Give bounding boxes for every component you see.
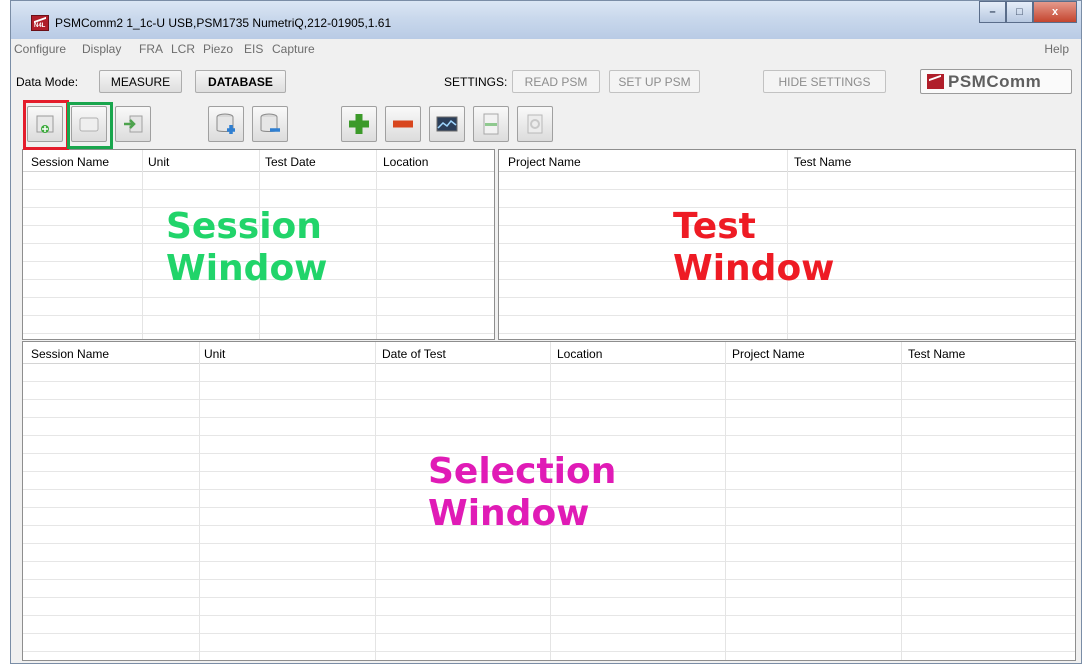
new-session-highlight [23, 100, 69, 150]
measure-button[interactable]: MEASURE [99, 70, 182, 93]
col-sel-test-name[interactable]: Test Name [908, 347, 965, 361]
menu-eis[interactable]: EIS [244, 42, 263, 56]
add-database-icon [216, 113, 235, 134]
menu-capture[interactable]: Capture [272, 42, 315, 56]
session-window-label: Session Window [166, 206, 327, 290]
menu-lcr[interactable]: LCR [171, 42, 195, 56]
data-mode-label: Data Mode: [16, 75, 79, 89]
col-project-name[interactable]: Project Name [508, 155, 581, 169]
document-icon [483, 113, 499, 135]
col-sel-project-name[interactable]: Project Name [732, 347, 805, 361]
open-session-highlight [67, 102, 113, 149]
remove-database-icon [260, 113, 280, 132]
window-title: PSMComm2 1_1c-U USB,PSM1735 NumetriQ,212… [55, 16, 392, 30]
read-psm-button[interactable]: READ PSM [512, 70, 600, 93]
col-sel-location[interactable]: Location [557, 347, 602, 361]
window-controls: – □ x [979, 1, 1077, 23]
col-session-name[interactable]: Session Name [31, 155, 109, 169]
session-label-line2: Window [166, 248, 328, 289]
psmcomm-logo: PSMComm [920, 69, 1072, 94]
add-icon [349, 114, 369, 134]
session-window: Session Name Unit Test Date Location Ses… [22, 149, 495, 340]
test-window: Project Name Test Name Test Window [498, 149, 1076, 340]
col-test-name[interactable]: Test Name [794, 155, 851, 169]
col-unit[interactable]: Unit [148, 155, 169, 169]
graph-icon [436, 116, 458, 132]
delete-icon [527, 114, 543, 134]
menu-bar: Configure Display FRA LCR Piezo EIS Capt… [11, 39, 1081, 59]
title-bar: N4L PSMComm2 1_1c-U USB,PSM1735 NumetriQ… [11, 1, 1081, 39]
delete-button[interactable] [517, 106, 553, 142]
export-session-button[interactable] [115, 106, 151, 142]
app-logo-icon: N4L [31, 15, 49, 31]
menu-piezo[interactable]: Piezo [203, 42, 233, 56]
set-up-psm-button[interactable]: SET UP PSM [609, 70, 700, 93]
add-database-button[interactable] [208, 106, 244, 142]
col-sel-unit[interactable]: Unit [204, 347, 225, 361]
menu-configure[interactable]: Configure [14, 42, 66, 56]
app-window: N4L PSMComm2 1_1c-U USB,PSM1735 NumetriQ… [10, 0, 1082, 664]
session-label-line1: Session [166, 206, 322, 247]
selection-window-label: Selection Window [428, 451, 616, 535]
test-window-label: Test Window [673, 206, 834, 290]
add-button[interactable] [341, 106, 377, 142]
graph-button[interactable] [429, 106, 465, 142]
export-session-icon [124, 115, 143, 133]
remove-database-button[interactable] [252, 106, 288, 142]
menu-fra[interactable]: FRA [139, 42, 163, 56]
database-button[interactable]: DATABASE [195, 70, 286, 93]
menu-display[interactable]: Display [82, 42, 121, 56]
mode-bar: Data Mode: MEASURE DATABASE SETTINGS: RE… [11, 59, 1081, 99]
remove-button[interactable] [385, 106, 421, 142]
toolbar [11, 99, 1081, 147]
col-sel-date-of-test[interactable]: Date of Test [382, 347, 446, 361]
settings-label: SETTINGS: [444, 75, 508, 89]
selection-header: Session Name Unit Date of Test Location … [23, 342, 1075, 364]
close-button[interactable]: x [1033, 1, 1077, 23]
minimize-button[interactable]: – [979, 1, 1006, 23]
menu-help[interactable]: Help [1044, 42, 1069, 56]
n4l-logo-icon [927, 74, 944, 89]
remove-icon [393, 120, 413, 128]
logo-text: PSMComm [948, 71, 1042, 91]
col-location[interactable]: Location [383, 155, 428, 169]
maximize-button[interactable]: □ [1006, 1, 1033, 23]
selection-label-line1: Selection [428, 451, 617, 492]
col-test-date[interactable]: Test Date [265, 155, 316, 169]
test-label-line2: Window [673, 248, 835, 289]
test-label-line1: Test [673, 206, 756, 247]
hide-settings-button[interactable]: HIDE SETTINGS [763, 70, 886, 93]
selection-label-line2: Window [428, 493, 590, 534]
selection-window: Session Name Unit Date of Test Location … [22, 341, 1076, 661]
col-sel-session-name[interactable]: Session Name [31, 347, 109, 361]
document-button[interactable] [473, 106, 509, 142]
